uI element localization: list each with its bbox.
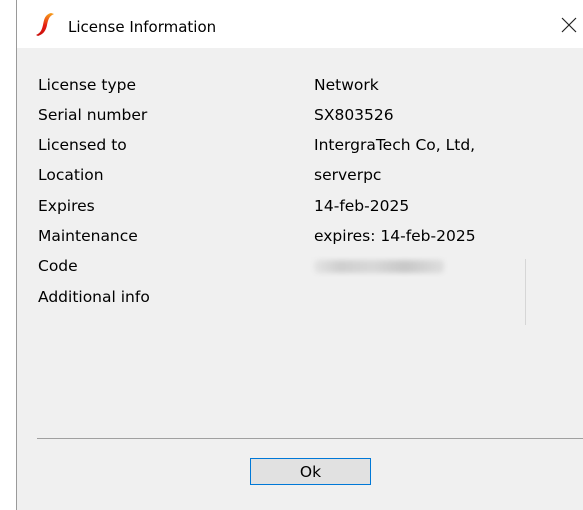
title-bar[interactable]: License Information <box>17 0 583 48</box>
license-type-row: License type Network <box>17 74 583 96</box>
serial-number-row: Serial number SX803526 <box>17 104 583 126</box>
license-type-label: License type <box>38 76 136 94</box>
ok-button[interactable]: Ok <box>250 458 371 485</box>
code-row: Code <box>17 255 583 277</box>
serial-number-label: Serial number <box>38 106 148 124</box>
close-button[interactable] <box>555 14 583 36</box>
info-box-edge <box>525 259 526 325</box>
close-icon <box>561 17 577 33</box>
licensed-to-label: Licensed to <box>38 136 127 154</box>
maintenance-row: Maintenance expires: 14-feb-2025 <box>17 225 583 247</box>
code-label: Code <box>38 257 78 275</box>
maintenance-label: Maintenance <box>38 227 138 245</box>
expires-value: 14-feb-2025 <box>314 197 410 215</box>
serial-number-value: SX803526 <box>314 106 394 124</box>
window-title: License Information <box>68 18 217 36</box>
expires-label: Expires <box>38 197 95 215</box>
divider <box>37 438 583 439</box>
licensed-to-value: IntergraTech Co, Ltd, <box>314 136 476 154</box>
maintenance-value: expires: 14-feb-2025 <box>314 227 476 245</box>
code-value-redacted <box>314 260 444 273</box>
location-value: serverpc <box>314 166 382 184</box>
license-dialog: License Information License type Network… <box>16 0 583 510</box>
licensed-to-row: Licensed to IntergraTech Co, Ltd, <box>17 134 583 156</box>
license-type-value: Network <box>314 76 379 94</box>
additional-info-label: Additional info <box>38 288 150 306</box>
app-logo-icon <box>36 13 54 36</box>
location-row: Location serverpc <box>17 164 583 186</box>
additional-info-row: Additional info <box>17 286 583 308</box>
location-label: Location <box>38 166 104 184</box>
expires-row: Expires 14-feb-2025 <box>17 195 583 217</box>
